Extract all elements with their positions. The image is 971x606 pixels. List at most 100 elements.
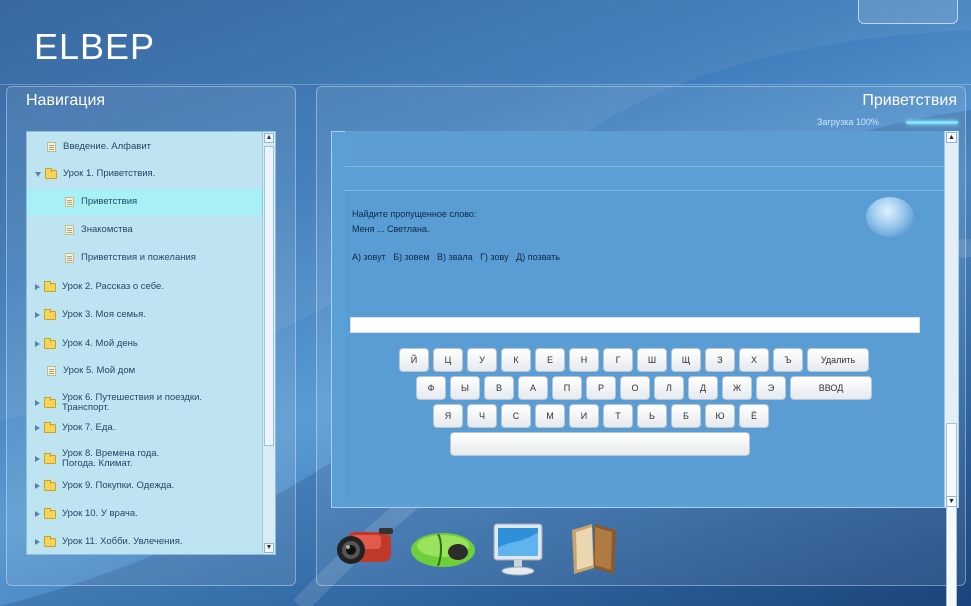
tree-item-selected[interactable]: Приветствия bbox=[27, 189, 263, 215]
key[interactable]: К bbox=[501, 348, 531, 372]
app-logo: ELBEP bbox=[34, 26, 156, 67]
tree-folder[interactable]: Урок 8. Времена года. Погода. Климат. bbox=[27, 444, 263, 474]
key[interactable]: Ъ bbox=[773, 348, 803, 372]
key[interactable]: Ф bbox=[416, 376, 446, 400]
tree-folder[interactable]: Урок 9. Покупки. Одежда. bbox=[27, 473, 263, 499]
expand-arrow-icon[interactable] bbox=[35, 511, 40, 517]
question-prompt: Найдите пропущенное слово: bbox=[352, 209, 477, 219]
enter-key[interactable]: ВВОД bbox=[790, 376, 872, 400]
key[interactable]: А bbox=[518, 376, 548, 400]
tree-folder[interactable]: Урок 11. Хобби. Увлечения. bbox=[27, 529, 263, 554]
tree-item[interactable]: Приветствия и пожелания bbox=[27, 245, 263, 271]
loading-status: Загрузка 100% bbox=[817, 117, 879, 127]
folder-icon bbox=[44, 535, 56, 547]
video-camera-icon[interactable] bbox=[333, 522, 401, 572]
page-icon bbox=[47, 142, 56, 152]
expand-arrow-icon[interactable] bbox=[35, 312, 40, 318]
tree-item[interactable]: Знакомства bbox=[27, 217, 263, 243]
content-header-strip bbox=[345, 131, 945, 167]
tree-item[interactable]: Урок 5. Мой дом bbox=[27, 358, 263, 384]
key[interactable]: Й bbox=[399, 348, 429, 372]
tree-scrollbar[interactable]: ▲ ▼ bbox=[262, 132, 275, 554]
mouse-icon[interactable] bbox=[408, 526, 478, 572]
key[interactable]: Н bbox=[569, 348, 599, 372]
page-title: Приветствия bbox=[862, 92, 957, 109]
page-icon bbox=[47, 366, 56, 376]
loading-progress-bar bbox=[906, 121, 958, 124]
keyboard-row-1: Й Ц У К Е Н Г Ш Щ З Х Ъ Удалить bbox=[399, 348, 869, 372]
key[interactable]: Ч bbox=[467, 404, 497, 428]
key[interactable]: У bbox=[467, 348, 497, 372]
key[interactable]: Ю bbox=[705, 404, 735, 428]
page-icon bbox=[65, 253, 74, 263]
key[interactable]: Щ bbox=[671, 348, 701, 372]
expand-arrow-icon[interactable] bbox=[35, 425, 40, 431]
tree-folder[interactable]: Урок 2. Рассказ о себе. bbox=[27, 274, 263, 300]
key[interactable]: Д bbox=[688, 376, 718, 400]
keyboard-row-3: Я Ч С М И Т Ь Б Ю Ё bbox=[433, 404, 769, 428]
key[interactable]: Б bbox=[671, 404, 701, 428]
key[interactable]: П bbox=[552, 376, 582, 400]
book-icon[interactable] bbox=[564, 520, 624, 576]
expand-arrow-icon[interactable] bbox=[35, 400, 40, 406]
scroll-up-icon[interactable]: ▲ bbox=[946, 132, 957, 143]
expand-arrow-icon[interactable] bbox=[35, 171, 41, 177]
key[interactable]: Э bbox=[756, 376, 786, 400]
key[interactable]: Х bbox=[739, 348, 769, 372]
key[interactable]: Г bbox=[603, 348, 633, 372]
folder-icon bbox=[44, 421, 56, 433]
tree-folder[interactable]: Урок 6. Путешествия и поездки. Транспорт… bbox=[27, 388, 263, 418]
scroll-down-icon[interactable]: ▼ bbox=[264, 543, 274, 553]
header-divider bbox=[0, 84, 971, 85]
key[interactable]: В bbox=[484, 376, 514, 400]
tree-folder[interactable]: Урок 3. Моя семья. bbox=[27, 302, 263, 328]
lesson-tree[interactable]: Введение. Алфавит Урок 1. Приветствия. П… bbox=[26, 131, 276, 555]
folder-icon bbox=[44, 396, 56, 408]
key[interactable]: Я bbox=[433, 404, 463, 428]
expand-arrow-icon[interactable] bbox=[35, 539, 40, 545]
key[interactable]: Ш bbox=[637, 348, 667, 372]
scroll-up-icon[interactable]: ▲ bbox=[264, 133, 274, 143]
key[interactable]: З bbox=[705, 348, 735, 372]
scroll-thumb[interactable] bbox=[946, 423, 957, 606]
tree-item[interactable]: Введение. Алфавит bbox=[27, 134, 263, 160]
expand-arrow-icon[interactable] bbox=[35, 284, 40, 290]
space-key[interactable] bbox=[450, 432, 750, 456]
key[interactable]: Ы bbox=[450, 376, 480, 400]
tree-folder[interactable]: Урок 1. Приветствия. bbox=[27, 161, 263, 187]
key[interactable]: Л bbox=[654, 376, 684, 400]
key[interactable]: Ь bbox=[637, 404, 667, 428]
key[interactable]: И bbox=[569, 404, 599, 428]
folder-icon bbox=[44, 337, 56, 349]
tree-folder[interactable]: Урок 10. У врача. bbox=[27, 501, 263, 527]
keyboard-row-4 bbox=[450, 432, 750, 456]
monitor-icon[interactable] bbox=[490, 522, 546, 576]
expand-arrow-icon[interactable] bbox=[35, 483, 40, 489]
key[interactable]: Ж bbox=[722, 376, 752, 400]
page-icon bbox=[65, 225, 74, 235]
page-icon bbox=[65, 197, 74, 207]
scroll-down-icon[interactable]: ▼ bbox=[946, 496, 957, 507]
key[interactable]: О bbox=[620, 376, 650, 400]
content-scrollbar[interactable]: ▲ ▼ bbox=[944, 131, 958, 606]
scroll-thumb[interactable] bbox=[264, 146, 274, 446]
expand-arrow-icon[interactable] bbox=[35, 341, 40, 347]
key[interactable]: М bbox=[535, 404, 565, 428]
navigation-title: Навигация bbox=[26, 92, 106, 109]
key[interactable]: Ё bbox=[739, 404, 769, 428]
answer-input[interactable] bbox=[350, 317, 920, 333]
tree-folder[interactable]: Урок 4. Мой день bbox=[27, 331, 263, 357]
key[interactable]: Р bbox=[586, 376, 616, 400]
key[interactable]: Ц bbox=[433, 348, 463, 372]
folder-icon bbox=[44, 507, 56, 519]
answer-options: А) зовут Б) зовем В) звала Г) зову Д) по… bbox=[352, 252, 560, 262]
decorative-sphere-icon bbox=[866, 197, 914, 237]
key[interactable]: Е bbox=[535, 348, 565, 372]
expand-arrow-icon[interactable] bbox=[35, 456, 40, 462]
key[interactable]: Т bbox=[603, 404, 633, 428]
tree-folder[interactable]: Урок 7. Еда. bbox=[27, 415, 263, 441]
top-menu-button[interactable] bbox=[858, 0, 958, 24]
delete-key[interactable]: Удалить bbox=[807, 348, 869, 372]
key[interactable]: С bbox=[501, 404, 531, 428]
keyboard-row-2: Ф Ы В А П Р О Л Д Ж Э ВВОД bbox=[416, 376, 872, 400]
